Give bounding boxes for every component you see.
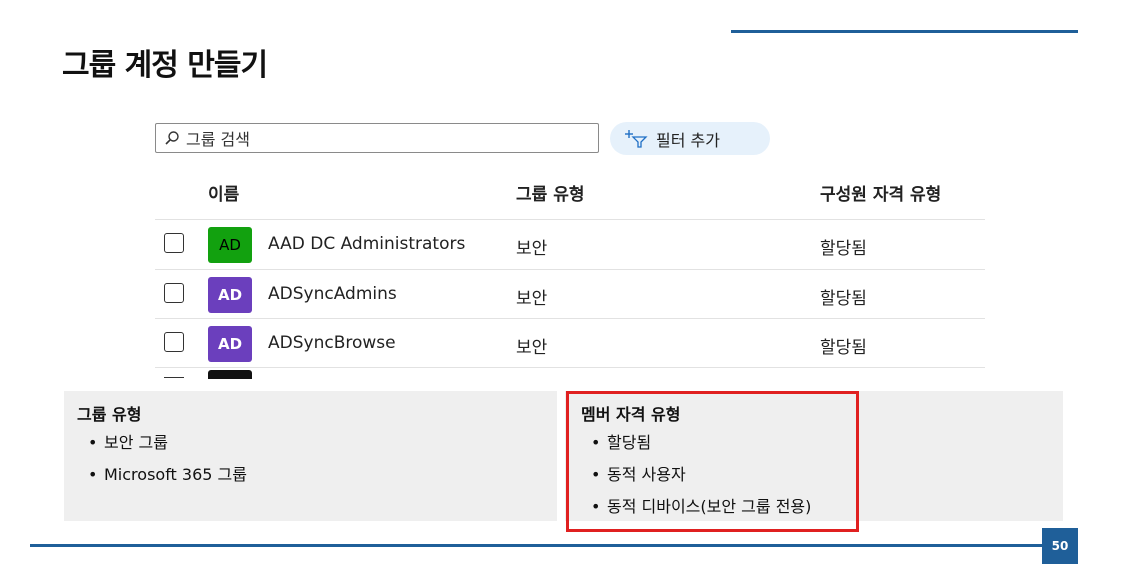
membership-type: 할당됨 <box>820 289 867 309</box>
membership-type: 할당됨 <box>820 239 867 259</box>
column-header-membership-type[interactable]: 구성원 자격 유형 <box>820 180 941 205</box>
search-icon <box>165 131 179 145</box>
add-filter-button[interactable]: 필터 추가 <box>610 122 770 155</box>
avatar: AD <box>208 227 252 263</box>
list-item: 보안 그룹 <box>84 433 247 465</box>
table-row[interactable]: AD AAD DC Administrators 보안 할당됨 <box>155 219 985 269</box>
group-type: 보안 <box>516 338 548 358</box>
avatar: AD <box>208 277 252 313</box>
avatar: AD <box>208 326 252 362</box>
group-name[interactable]: AAD DC Administrators <box>268 234 465 254</box>
row-checkbox[interactable] <box>164 233 184 253</box>
group-name[interactable]: ADSyncAdmins <box>268 284 397 304</box>
add-filter-label: 필터 추가 <box>656 130 720 150</box>
group-search-input[interactable]: 그룹 검색 <box>155 123 599 153</box>
search-placeholder: 그룹 검색 <box>186 130 250 149</box>
row-checkbox[interactable] <box>164 283 184 303</box>
table-row[interactable]: AD ADSyncAdmins 보안 할당됨 <box>155 269 985 319</box>
row-checkbox[interactable] <box>164 332 184 352</box>
group-name[interactable]: ADSyncBrowse <box>268 333 396 353</box>
column-header-group-type[interactable]: 그룹 유형 <box>516 180 584 205</box>
group-types-panel: 그룹 유형 보안 그룹 Microsoft 365 그룹 <box>64 391 557 521</box>
group-type: 보안 <box>516 289 548 309</box>
top-accent-rule <box>731 30 1078 33</box>
group-types-list: 보안 그룹 Microsoft 365 그룹 <box>84 433 247 497</box>
column-header-name[interactable]: 이름 <box>208 180 239 205</box>
slide-title: 그룹 계정 만들기 <box>62 48 268 83</box>
page-number: 50 <box>1042 528 1078 564</box>
group-types-heading: 그룹 유형 <box>77 405 142 424</box>
table-row[interactable]: AD ADSyncBrowse 보안 할당됨 <box>155 318 985 368</box>
cropped-avatar <box>208 370 252 379</box>
membership-type: 할당됨 <box>820 338 867 358</box>
add-filter-icon <box>625 129 648 148</box>
cropped-checkbox <box>164 377 184 381</box>
table-divider <box>155 367 985 368</box>
list-item: Microsoft 365 그룹 <box>84 465 247 497</box>
group-type: 보안 <box>516 239 548 259</box>
bottom-accent-rule <box>30 544 1042 547</box>
highlight-box <box>566 391 859 532</box>
